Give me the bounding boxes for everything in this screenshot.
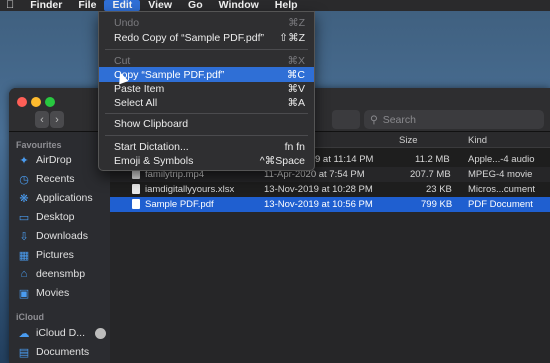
- documents-icon: ▤: [18, 346, 30, 359]
- apple-menu-icon[interactable]: : [0, 0, 22, 11]
- sidebar-item-deensmbp[interactable]: ⌂ deensmbp: [18, 268, 85, 280]
- pictures-icon: ▦: [18, 249, 30, 262]
- close-button[interactable]: [17, 97, 27, 107]
- empty-list-area: [110, 212, 550, 363]
- movies-icon: ▣: [18, 287, 30, 300]
- menu-item-select-all[interactable]: Select All ⌘A: [99, 95, 314, 110]
- download-icon: ⇩: [19, 230, 29, 243]
- menu-item-emoji-symbols[interactable]: Emoji & Symbols ^⌘Space: [99, 153, 314, 168]
- zoom-button[interactable]: [45, 97, 55, 107]
- menu-item-paste[interactable]: Paste Item ⌘V: [99, 81, 314, 96]
- file-icon: [132, 184, 140, 195]
- cloud-icon: ☁: [18, 327, 30, 340]
- minimize-button[interactable]: [31, 97, 41, 107]
- menu-view[interactable]: View: [140, 0, 180, 11]
- sidebar-item-icloud-drive[interactable]: ☁ iCloud D...: [18, 327, 107, 340]
- share-button[interactable]: [332, 110, 360, 129]
- menu-separator: [105, 135, 308, 136]
- column-size[interactable]: Size: [399, 135, 417, 146]
- airdrop-icon: ✦: [19, 154, 29, 167]
- applications-icon: ❋: [19, 192, 29, 205]
- sidebar-item-airdrop[interactable]: ✦ AirDrop: [18, 154, 71, 167]
- sidebar-item-desktop[interactable]: ▭ Desktop: [18, 211, 75, 224]
- menu-separator: [105, 113, 308, 114]
- table-row[interactable]: iamdigitallyyours.xlsx 13-Nov-2019 at 10…: [110, 182, 550, 197]
- desktop-icon: ▭: [18, 211, 30, 224]
- menu-item-cut[interactable]: Cut ⌘X: [99, 53, 314, 68]
- sidebar-section-icloud: iCloud: [16, 312, 44, 322]
- sidebar-item-documents[interactable]: ▤ Documents: [18, 346, 89, 359]
- menu-item-undo[interactable]: Undo ⌘Z: [99, 15, 314, 30]
- sidebar-item-downloads[interactable]: ⇩ Downloads: [18, 230, 88, 243]
- column-kind[interactable]: Kind: [468, 135, 487, 146]
- sidebar-item-pictures[interactable]: ▦ Pictures: [18, 249, 74, 262]
- menu-file[interactable]: File: [70, 0, 104, 11]
- search-field[interactable]: ⚲ Search: [364, 110, 544, 129]
- menu-edit[interactable]: Edit: [104, 0, 141, 11]
- menu-item-start-dictation[interactable]: Start Dictation... fn fn: [99, 139, 314, 154]
- home-icon: ⌂: [20, 268, 28, 280]
- menu-item-redo[interactable]: Redo Copy of “Sample PDF.pdf” ⇧⌘Z: [99, 30, 314, 45]
- progress-pie-icon: [95, 327, 107, 339]
- search-icon: ⚲: [370, 113, 378, 126]
- sidebar-item-recents[interactable]: ◷ Recents: [18, 173, 74, 186]
- table-row-selected[interactable]: Sample PDF.pdf 13-Nov-2019 at 10:56 PM 7…: [110, 197, 550, 212]
- clock-icon: ◷: [19, 173, 29, 186]
- sidebar-item-applications[interactable]: ❋ Applications: [18, 192, 92, 205]
- edit-menu: Undo ⌘Z Redo Copy of “Sample PDF.pdf” ⇧⌘Z …: [98, 11, 315, 171]
- menu-finder[interactable]: Finder: [22, 0, 70, 11]
- menu-go[interactable]: Go: [180, 0, 211, 11]
- pdf-file-icon: [132, 199, 140, 210]
- sidebar: Favourites ✦ AirDrop ◷ Recents ❋ Applicatio…: [9, 132, 110, 363]
- menu-item-show-clipboard[interactable]: Show Clipboard: [99, 116, 314, 131]
- menu-separator: [105, 49, 308, 50]
- search-placeholder: Search: [382, 113, 416, 126]
- menu-item-copy[interactable]: Copy “Sample PDF.pdf” ⌘C: [99, 67, 314, 82]
- back-button[interactable]: ‹: [35, 111, 49, 128]
- menu-help[interactable]: Help: [267, 0, 306, 11]
- sidebar-item-movies[interactable]: ▣ Movies: [18, 287, 69, 300]
- forward-button[interactable]: ›: [50, 111, 64, 128]
- sidebar-section-favourites: Favourites: [16, 140, 62, 150]
- menu-window[interactable]: Window: [211, 0, 267, 11]
- menu-bar:  Finder File Edit View Go Window Help: [0, 0, 550, 11]
